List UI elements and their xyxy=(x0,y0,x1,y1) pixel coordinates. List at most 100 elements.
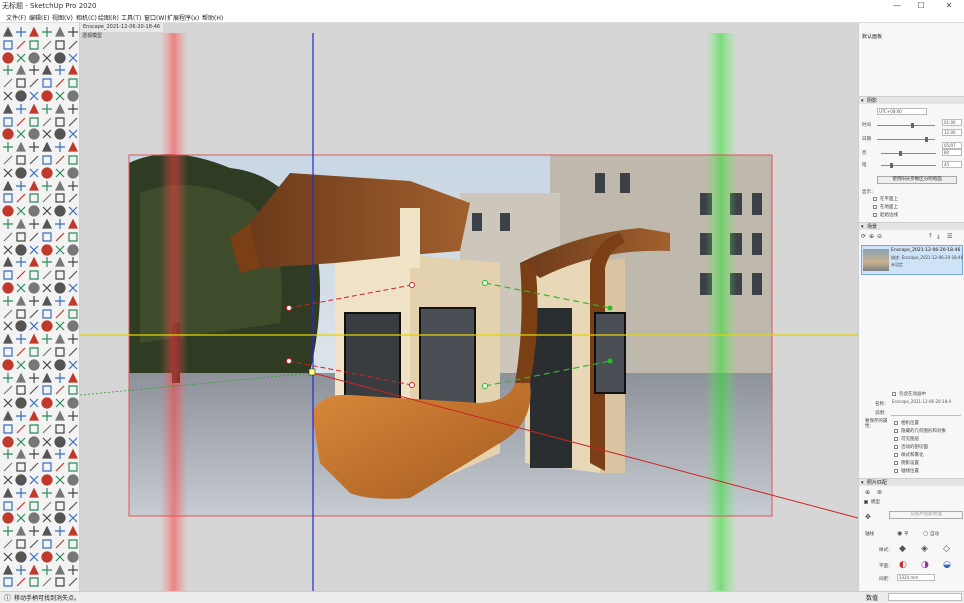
axes-tool-icon[interactable] xyxy=(54,64,66,76)
arrow-tool-icon[interactable] xyxy=(54,487,66,499)
rectangle-tool-icon[interactable] xyxy=(2,269,14,281)
axes-tool-icon[interactable] xyxy=(41,487,53,499)
circle-tool-icon[interactable] xyxy=(67,397,79,409)
line-tool-icon[interactable] xyxy=(15,116,27,128)
rectangle-tool-icon[interactable] xyxy=(67,154,79,166)
arrow-tool-icon[interactable] xyxy=(28,333,40,345)
erase-tool-icon[interactable] xyxy=(15,282,27,294)
line-tool-icon[interactable] xyxy=(15,269,27,281)
line-tool-icon[interactable] xyxy=(67,576,79,588)
erase-tool-icon[interactable] xyxy=(67,205,79,217)
rectangle-tool-icon[interactable] xyxy=(28,192,40,204)
line-tool-icon[interactable] xyxy=(28,154,40,166)
circle-tool-icon[interactable] xyxy=(28,435,40,448)
erase-tool-icon[interactable] xyxy=(2,551,14,563)
arrow-tool-icon[interactable] xyxy=(28,180,40,192)
arrow-tool-icon[interactable] xyxy=(41,525,53,537)
plane-icon-3[interactable]: ◒ xyxy=(943,560,951,570)
arrow-tool-icon[interactable] xyxy=(2,180,14,192)
rectangle-tool-icon[interactable] xyxy=(2,39,14,51)
axes-tool-icon[interactable] xyxy=(67,103,79,115)
axes-tool-icon[interactable] xyxy=(54,141,66,153)
line-tool-icon[interactable] xyxy=(67,192,79,204)
scene-name-input[interactable]: Enscape_2021-12-06-20-18-4 xyxy=(891,399,961,406)
arrow-tool-icon[interactable] xyxy=(15,372,27,384)
arrow-tool-icon[interactable] xyxy=(28,410,40,422)
arrow-tool-icon[interactable] xyxy=(67,525,79,537)
line-tool-icon[interactable] xyxy=(28,77,40,89)
line-tool-icon[interactable] xyxy=(54,384,66,396)
circle-tool-icon[interactable] xyxy=(41,90,53,102)
arrow-tool-icon[interactable] xyxy=(54,256,66,268)
line-tool-icon[interactable] xyxy=(67,346,79,358)
erase-tool-icon[interactable] xyxy=(41,282,53,294)
rectangle-tool-icon[interactable] xyxy=(2,192,14,204)
rectangle-tool-icon[interactable] xyxy=(54,500,66,512)
rectangle-tool-icon[interactable] xyxy=(54,269,66,281)
erase-tool-icon[interactable] xyxy=(15,359,27,371)
erase-tool-icon[interactable] xyxy=(54,551,66,563)
scene-item[interactable]: Enscape_2021-12-06-20-18-46 描述: Enscape_… xyxy=(861,245,963,275)
arrow-tool-icon[interactable] xyxy=(2,103,14,115)
axes-tool-icon[interactable] xyxy=(41,410,53,422)
rectangle-tool-icon[interactable] xyxy=(15,461,27,473)
style-cube-icon-3[interactable]: ◇ xyxy=(943,544,950,554)
axes-tool-icon[interactable] xyxy=(2,448,14,460)
circle-tool-icon[interactable] xyxy=(54,205,66,217)
rectangle-tool-icon[interactable] xyxy=(41,308,53,320)
axes-tool-icon[interactable] xyxy=(15,564,27,576)
erase-tool-icon[interactable] xyxy=(67,359,79,371)
add-photo-icon[interactable]: ⊕ xyxy=(865,489,870,496)
circle-tool-icon[interactable] xyxy=(41,320,53,332)
line-tool-icon[interactable] xyxy=(15,346,27,358)
circle-tool-icon[interactable] xyxy=(28,205,40,217)
rectangle-tool-icon[interactable] xyxy=(2,423,14,435)
light-slider[interactable] xyxy=(881,153,936,154)
prop-shadow-checkbox[interactable] xyxy=(894,461,898,465)
scene-tab[interactable]: Enscape_2021-12-06-20-18-46 xyxy=(80,23,164,32)
rectangle-tool-icon[interactable] xyxy=(41,384,53,396)
erase-tool-icon[interactable] xyxy=(2,167,14,179)
arrow-tool-icon[interactable] xyxy=(15,525,27,537)
arrow-tool-icon[interactable] xyxy=(2,26,14,38)
rectangle-tool-icon[interactable] xyxy=(54,346,66,358)
model-viewport[interactable]: Enscape_2021-12-06-20-18-46 透视模型 xyxy=(80,23,858,591)
arrow-tool-icon[interactable] xyxy=(54,564,66,576)
line-tool-icon[interactable] xyxy=(67,116,79,128)
circle-tool-icon[interactable] xyxy=(41,551,53,563)
rectangle-tool-icon[interactable] xyxy=(2,116,14,128)
menu-extensions[interactable]: 扩展程序(x) xyxy=(167,13,199,22)
menu-draw[interactable]: 绘图(R) xyxy=(98,13,119,22)
axes-tool-icon[interactable] xyxy=(54,448,66,460)
model-checkbox[interactable] xyxy=(864,500,868,504)
axes-tool-icon[interactable] xyxy=(54,218,66,230)
remove-scene-icon[interactable]: ⊖ xyxy=(877,233,882,240)
erase-tool-icon[interactable] xyxy=(41,359,53,371)
arrow-tool-icon[interactable] xyxy=(15,448,27,460)
erase-tool-icon[interactable] xyxy=(41,205,53,217)
circle-tool-icon[interactable] xyxy=(54,512,66,524)
erase-tool-icon[interactable] xyxy=(2,474,14,486)
axes-tool-icon[interactable] xyxy=(2,141,14,153)
arrow-tool-icon[interactable] xyxy=(2,487,14,499)
rectangle-tool-icon[interactable] xyxy=(28,346,40,358)
arrow-tool-icon[interactable] xyxy=(28,564,40,576)
axes-tool-icon[interactable] xyxy=(28,64,40,76)
prop-hidden-checkbox[interactable] xyxy=(894,429,898,433)
rectangle-tool-icon[interactable] xyxy=(15,154,27,166)
matchphoto-panel-header[interactable]: ▾ 照片匹配 xyxy=(859,478,964,486)
light-slider-knob[interactable] xyxy=(899,151,902,156)
line-tool-icon[interactable] xyxy=(41,346,53,358)
rectangle-tool-icon[interactable] xyxy=(28,269,40,281)
menu-help[interactable]: 帮助(H) xyxy=(202,13,223,22)
rectangle-tool-icon[interactable] xyxy=(54,116,66,128)
erase-tool-icon[interactable] xyxy=(2,90,14,102)
date-slider-knob[interactable] xyxy=(925,137,928,142)
prop-style-checkbox[interactable] xyxy=(894,453,898,457)
line-tool-icon[interactable] xyxy=(41,116,53,128)
axes-tool-icon[interactable] xyxy=(67,180,79,192)
line-tool-icon[interactable] xyxy=(54,308,66,320)
axes-tool-icon[interactable] xyxy=(67,487,79,499)
dark-slider-knob[interactable] xyxy=(890,163,893,168)
line-tool-icon[interactable] xyxy=(2,231,14,243)
